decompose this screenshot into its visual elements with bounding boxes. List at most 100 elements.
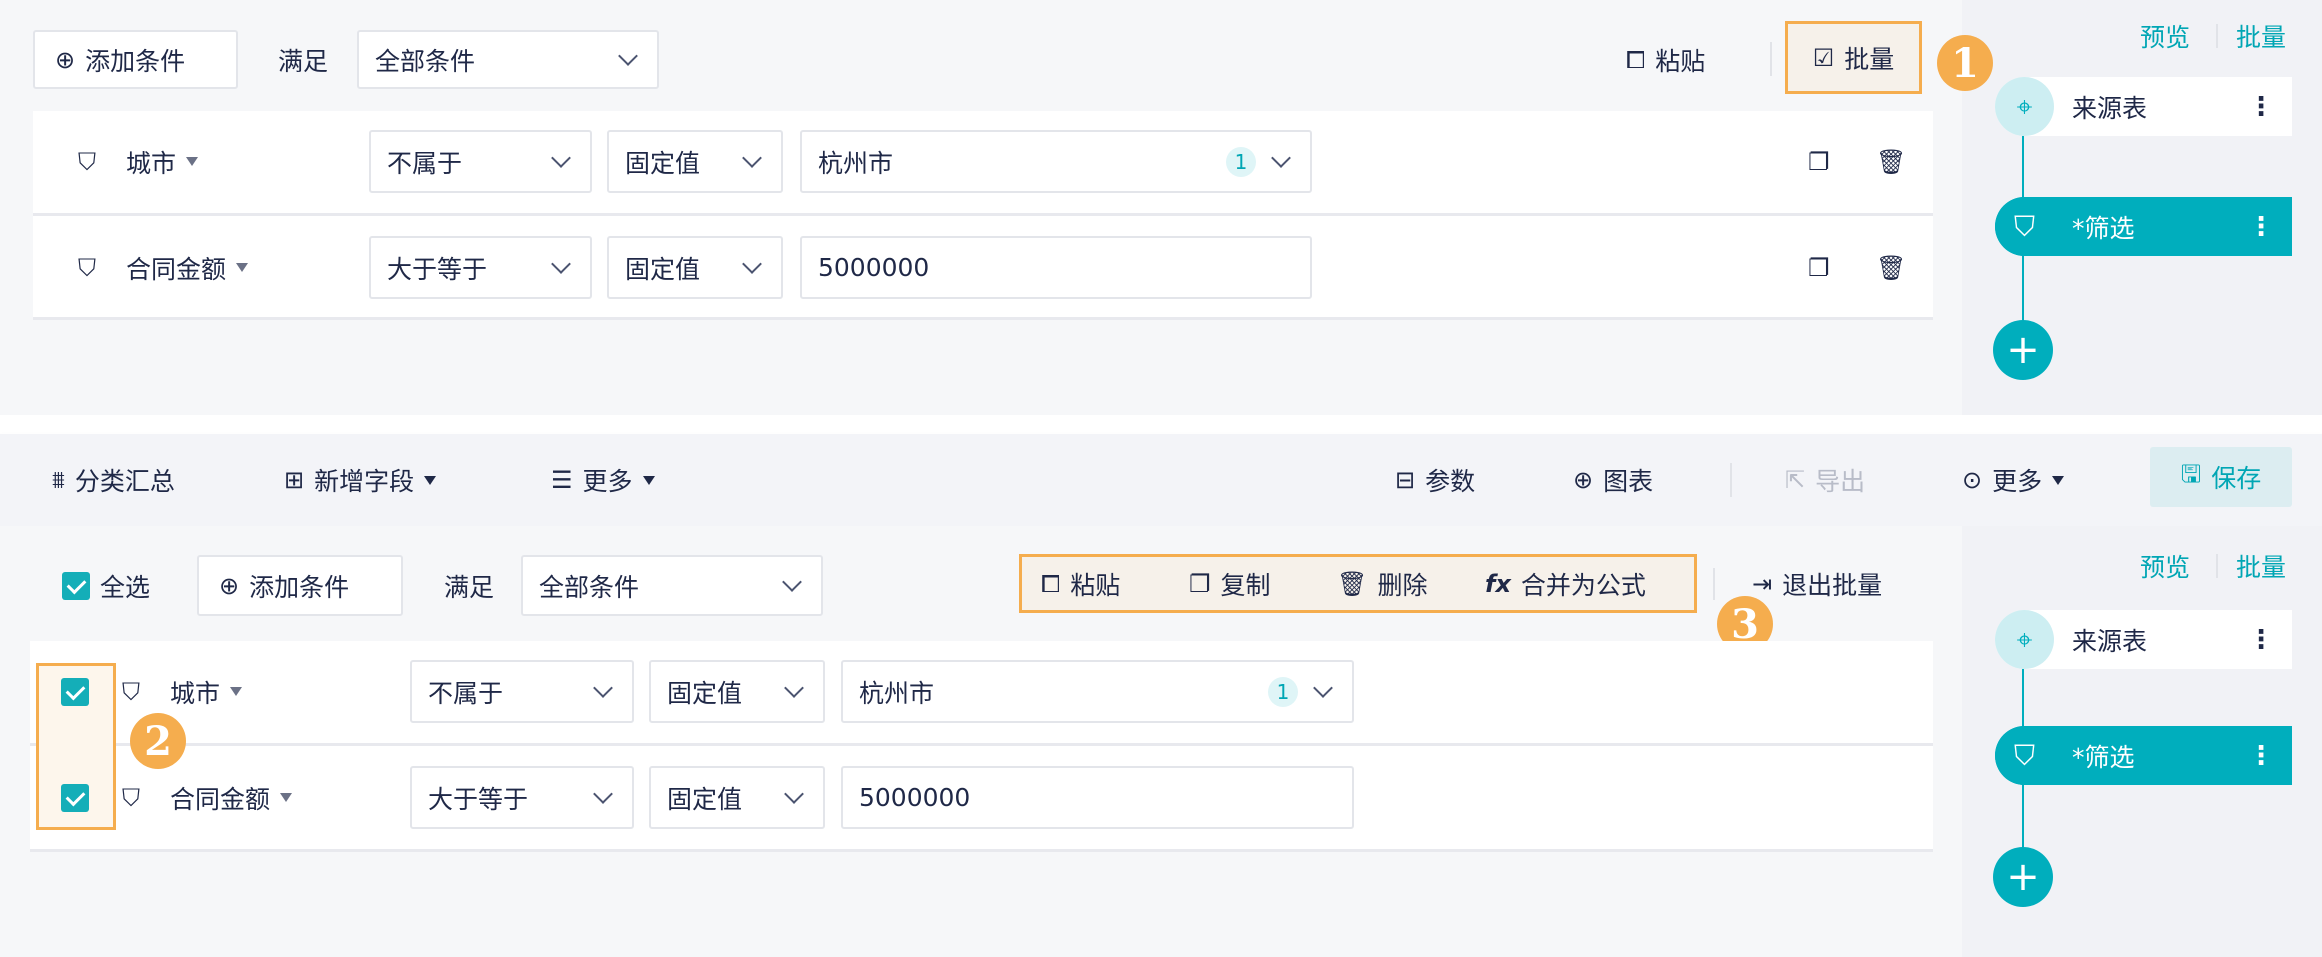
caret-down-icon xyxy=(230,687,243,696)
batch-delete-button[interactable]: 🗑 删除 xyxy=(1337,554,1427,613)
preview-link[interactable]: 预览 xyxy=(2140,18,2190,54)
value-type-select[interactable]: 固定值 xyxy=(649,766,825,829)
plus-circle-icon: ⊕ xyxy=(1573,466,1594,494)
chart-button[interactable]: ⊕ 图表 xyxy=(1573,450,1653,510)
batch-copy-button[interactable]: ❐ 复制 xyxy=(1189,554,1271,613)
exit-batch-button[interactable]: ⇥ 退出批量 xyxy=(1752,554,1882,613)
group-summary-button[interactable]: ⩩ 分类汇总 xyxy=(52,450,175,510)
chevron-down-icon xyxy=(782,571,802,592)
batch-paste-button[interactable]: ⧠ 粘贴 xyxy=(1041,554,1120,613)
more-vertical-icon[interactable]: ⋮ xyxy=(2248,625,2274,655)
plus-circle-icon: ⊕ xyxy=(219,571,240,600)
add-column-icon: ⊞ xyxy=(284,466,305,494)
divider xyxy=(1730,463,1732,497)
step-badge-1: 1 xyxy=(1937,35,1993,91)
add-condition-button[interactable]: ⊕ 添加条件 xyxy=(197,555,403,616)
batch-link[interactable]: 批量 xyxy=(2236,18,2286,54)
save-icon: 🖫 xyxy=(2180,459,2202,488)
chevron-down-icon xyxy=(1313,677,1333,698)
fx-icon: fx xyxy=(1485,569,1511,598)
value-select[interactable]: 杭州市 1 xyxy=(800,130,1312,193)
add-field-button[interactable]: ⊞ 新增字段 xyxy=(284,450,437,510)
copy-icon: ❐ xyxy=(1189,569,1211,598)
chevron-down-icon xyxy=(618,45,638,66)
add-node-button[interactable]: + xyxy=(1993,320,2053,380)
caret-down-icon xyxy=(280,793,293,802)
caret-down-icon xyxy=(236,263,249,272)
field-selector[interactable]: ⛉ 合同金额 xyxy=(78,236,249,299)
target-icon: ⌖ xyxy=(1995,77,2054,136)
operator-select[interactable]: 大于等于 xyxy=(410,766,634,829)
trash-icon[interactable]: 🗑 xyxy=(1876,251,1906,285)
checkbox-checked-icon xyxy=(61,784,89,812)
paste-icon: ⧠ xyxy=(1041,569,1061,598)
match-select[interactable]: 全部条件 xyxy=(521,555,823,616)
field-selector[interactable]: ⛉ 合同金额 xyxy=(122,766,293,829)
more-menu-left[interactable]: ☰ 更多 xyxy=(551,450,655,510)
preview-link[interactable]: 预览 xyxy=(2140,548,2190,584)
caret-down-icon xyxy=(186,157,199,166)
value-input[interactable]: 5000000 xyxy=(841,766,1354,829)
filter-icon: ⛉ xyxy=(78,147,96,176)
operator-select[interactable]: 不属于 xyxy=(410,660,634,723)
ellipsis-circle-icon: ⊙ xyxy=(1962,466,1983,494)
operator-select[interactable]: 不属于 xyxy=(369,130,592,193)
value-select[interactable]: 杭州市 1 xyxy=(841,660,1354,723)
export-button[interactable]: ⇱ 导出 xyxy=(1785,450,1865,510)
exit-icon: ⇥ xyxy=(1752,569,1773,598)
value-type-select[interactable]: 固定值 xyxy=(649,660,825,723)
filter-icon: ⛉ xyxy=(122,677,140,706)
chevron-down-icon xyxy=(593,677,613,698)
chevron-down-icon xyxy=(784,677,804,698)
field-selector[interactable]: ⛉ 城市 xyxy=(78,130,199,193)
operator-select[interactable]: 大于等于 xyxy=(369,236,592,299)
copy-icon[interactable]: ❐ xyxy=(1808,251,1830,285)
more-vertical-icon[interactable]: ⋮ xyxy=(2248,741,2274,771)
chevron-down-icon xyxy=(742,253,762,274)
value-input[interactable]: 5000000 xyxy=(800,236,1312,299)
add-node-button[interactable]: + xyxy=(1993,847,2053,907)
add-condition-button[interactable]: ⊕ 添加条件 xyxy=(33,30,238,89)
caret-down-icon xyxy=(424,475,437,485)
hierarchy-icon: ⩩ xyxy=(52,466,65,494)
batch-link[interactable]: 批量 xyxy=(2236,548,2286,584)
value-type-select[interactable]: 固定值 xyxy=(607,130,783,193)
copy-icon[interactable]: ❐ xyxy=(1808,145,1830,179)
node-source-table[interactable]: ⌖ 来源表 ⋮ xyxy=(1995,610,2292,669)
save-button[interactable]: 🖫 保存 xyxy=(2150,447,2292,507)
count-badge: 1 xyxy=(1268,676,1298,707)
merge-formula-button[interactable]: fx 合并为公式 xyxy=(1485,554,1646,613)
value-type-select[interactable]: 固定值 xyxy=(607,236,783,299)
field-selector[interactable]: ⛉ 城市 xyxy=(122,660,243,723)
params-icon: ⊟ xyxy=(1395,466,1416,494)
node-source-table[interactable]: ⌖ 来源表 ⋮ xyxy=(1995,77,2292,136)
batch-button[interactable]: ☑ 批量 xyxy=(1785,21,1922,94)
match-label: 满足 xyxy=(444,572,495,602)
more-menu-right[interactable]: ⊙ 更多 xyxy=(1962,450,2065,510)
chevron-down-icon xyxy=(551,253,571,274)
divider xyxy=(1713,568,1715,600)
match-select[interactable]: 全部条件 xyxy=(357,30,659,89)
checkbox-checked-icon xyxy=(62,572,90,600)
paste-button[interactable]: ⧠ 粘贴 xyxy=(1626,30,1705,89)
checkbox-icon: ☑ xyxy=(1812,43,1835,72)
plus-circle-icon: ⊕ xyxy=(55,45,76,74)
caret-down-icon xyxy=(642,475,655,485)
divider xyxy=(1770,42,1772,76)
more-vertical-icon[interactable]: ⋮ xyxy=(2248,212,2274,242)
row-checkbox[interactable] xyxy=(61,678,89,706)
node-filter[interactable]: ⛉ *筛选 ⋮ xyxy=(1995,726,2292,785)
more-vertical-icon[interactable]: ⋮ xyxy=(2248,92,2274,122)
filter-icon: ⛉ xyxy=(78,253,96,282)
node-filter[interactable]: ⛉ *筛选 ⋮ xyxy=(1995,197,2292,256)
select-all-checkbox[interactable]: 全选 xyxy=(62,556,150,616)
chevron-down-icon xyxy=(742,147,762,168)
filter-icon: ⛉ xyxy=(122,783,140,812)
trash-icon[interactable]: 🗑 xyxy=(1876,145,1906,179)
step-badge-2: 2 xyxy=(130,713,186,769)
paste-icon: ⧠ xyxy=(1626,45,1646,74)
row-checkbox[interactable] xyxy=(61,784,89,812)
divider xyxy=(2216,554,2218,578)
params-button[interactable]: ⊟ 参数 xyxy=(1395,450,1475,510)
export-icon: ⇱ xyxy=(1785,466,1806,494)
